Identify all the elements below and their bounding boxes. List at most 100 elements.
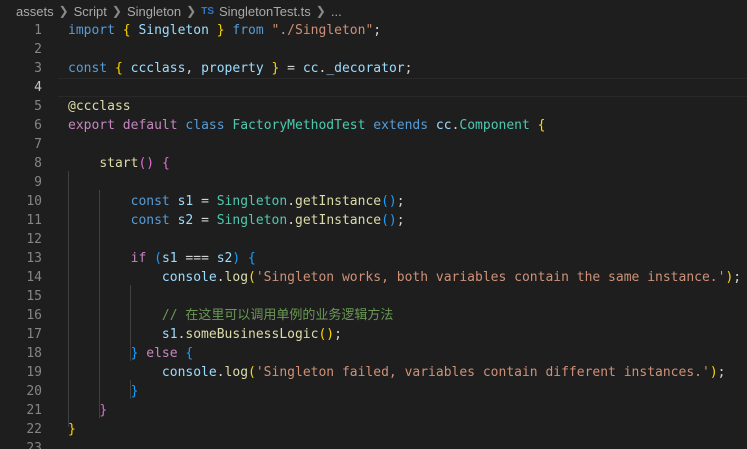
line-number: 12: [26, 232, 42, 247]
code-line[interactable]: 17 s1.someBusinessLogic();: [0, 325, 747, 344]
code-token: ;: [396, 194, 405, 209]
code-text: if (s1 === s2) {: [68, 249, 256, 268]
code-token: {: [114, 61, 123, 76]
code-token: const: [130, 194, 170, 209]
code-token: cc: [302, 61, 319, 76]
line-number: 2: [34, 42, 42, 57]
code-token: s1: [161, 251, 178, 266]
code-token: {: [185, 346, 194, 361]
code-token: const: [130, 213, 170, 228]
code-line[interactable]: 12: [0, 230, 747, 249]
code-token: (: [248, 270, 256, 285]
code-editor[interactable]: 1 import { Singleton } from "./Singleton"…: [0, 21, 747, 449]
chevron-right-icon: ❯: [315, 4, 326, 18]
breadcrumb-item-symbol[interactable]: ...: [331, 4, 342, 19]
code-token: ): [709, 365, 718, 380]
code-token: console: [161, 365, 217, 380]
code-text: const s2 = Singleton.getInstance();: [68, 211, 405, 230]
code-line[interactable]: 9: [0, 173, 747, 192]
code-token: =: [193, 213, 217, 228]
code-token: cc: [435, 118, 452, 133]
breadcrumb-item-singleton[interactable]: Singleton: [127, 4, 181, 19]
code-token: console: [161, 270, 217, 285]
breadcrumb-item-assets[interactable]: assets: [16, 4, 54, 19]
line-number: 11: [26, 213, 42, 228]
current-line-highlight: [58, 78, 747, 97]
code-token: (): [138, 156, 155, 171]
code-token: else: [146, 346, 178, 361]
code-line[interactable]: 19 console.log('Singleton failed, variab…: [0, 363, 747, 382]
code-token: from: [232, 23, 264, 38]
typescript-file-icon: TS: [201, 5, 214, 17]
code-line[interactable]: 11 const s2 = Singleton.getInstance();: [0, 211, 747, 230]
line-number: 3: [34, 61, 42, 76]
line-number: 19: [26, 365, 42, 380]
code-token: ccclass: [75, 99, 131, 114]
code-line[interactable]: 21 }: [0, 401, 747, 420]
code-token: s1: [177, 194, 194, 209]
code-token: _decorator: [326, 61, 405, 76]
code-token: 'Singleton failed, variables contain dif…: [255, 365, 710, 380]
code-line[interactable]: 5 @ccclass: [0, 97, 747, 116]
code-token: Singleton: [216, 194, 288, 209]
line-number: 21: [26, 403, 42, 418]
code-text: const s1 = Singleton.getInstance();: [68, 192, 405, 211]
code-token: property: [201, 61, 264, 76]
code-line[interactable]: 10 const s1 = Singleton.getInstance();: [0, 192, 747, 211]
code-line[interactable]: 6 export default class FactoryMethodTest …: [0, 116, 747, 135]
code-token: getInstance: [295, 213, 382, 228]
code-line[interactable]: 20 }: [0, 382, 747, 401]
code-line[interactable]: 22}: [0, 420, 747, 439]
line-number: 14: [26, 270, 42, 285]
code-token: getInstance: [295, 194, 382, 209]
code-line[interactable]: 8 start() {: [0, 154, 747, 173]
breadcrumb: assets ❯ Script ❯ Singleton ❯ TS Singlet…: [0, 0, 747, 22]
code-line[interactable]: 18 } else {: [0, 344, 747, 363]
code-line[interactable]: 4: [0, 78, 747, 97]
code-token: (: [154, 251, 162, 266]
code-token: (): [381, 213, 397, 228]
code-line[interactable]: 15: [0, 287, 747, 306]
breadcrumb-item-file[interactable]: SingletonTest.ts: [219, 4, 311, 19]
line-number: 9: [34, 175, 42, 190]
code-token: extends: [373, 118, 429, 133]
line-number: 20: [26, 384, 42, 399]
code-line[interactable]: 13 if (s1 === s2) {: [0, 249, 747, 268]
code-token: }: [68, 422, 76, 437]
chevron-right-icon: ❯: [58, 4, 69, 18]
code-line[interactable]: 7: [0, 135, 747, 154]
code-token: ;: [396, 213, 405, 228]
code-token: {: [161, 156, 170, 171]
code-text: const { ccclass, property } = cc._decora…: [68, 59, 412, 78]
breadcrumb-item-script[interactable]: Script: [74, 4, 107, 19]
code-line[interactable]: 14 console.log('Singleton works, both va…: [0, 268, 747, 287]
code-token: s2: [216, 251, 233, 266]
line-number: 16: [26, 308, 42, 323]
code-token: .: [287, 213, 296, 228]
code-line[interactable]: 3 const { ccclass, property } = cc._decor…: [0, 59, 747, 78]
code-token: ;: [373, 23, 382, 38]
code-line[interactable]: 16 // 在这里可以调用单例的业务逻辑方法: [0, 306, 747, 325]
code-token: // 在这里可以调用单例的业务逻辑方法: [161, 308, 394, 323]
code-line[interactable]: 23: [0, 439, 747, 449]
code-token: .: [216, 365, 225, 380]
code-token: ;: [717, 365, 726, 380]
code-token: ,: [185, 61, 202, 76]
code-text: @ccclass: [68, 97, 131, 116]
code-line[interactable]: 2: [0, 40, 747, 59]
line-number: 1: [34, 23, 42, 38]
code-line[interactable]: 1 import { Singleton } from "./Singleton"…: [0, 21, 747, 40]
line-number: 22: [26, 422, 42, 437]
